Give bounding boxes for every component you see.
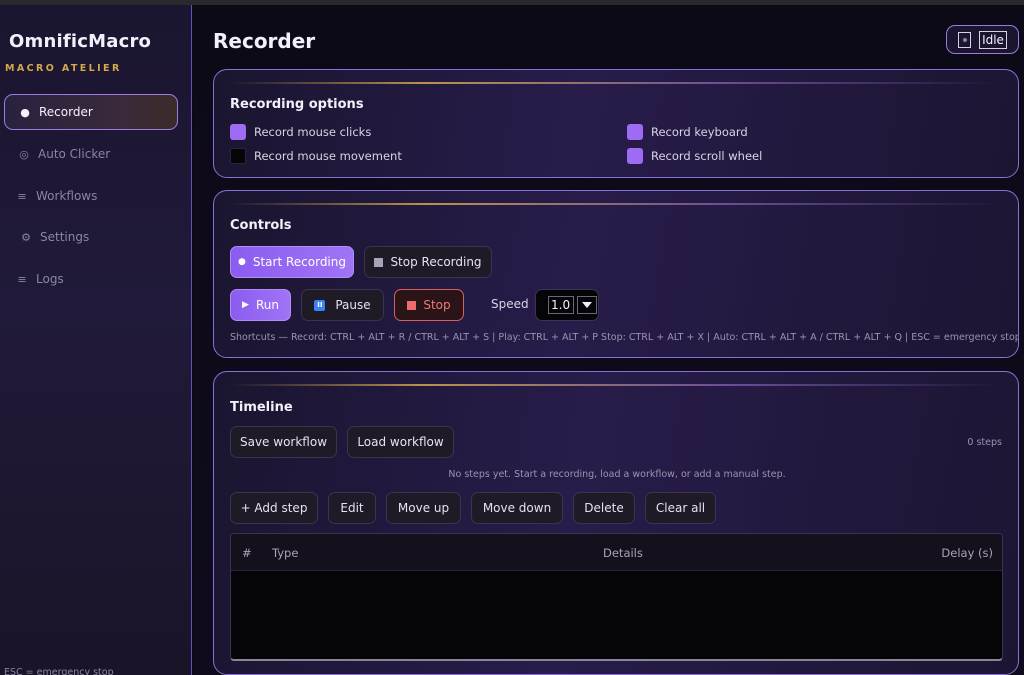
stop-button[interactable]: Stop xyxy=(394,289,464,321)
button-label: Stop xyxy=(423,298,451,312)
card-title: Controls xyxy=(230,218,292,233)
shortcuts-hint: Shortcuts — Record: CTRL + ALT + R / CTR… xyxy=(230,332,1019,343)
dot-icon: ● xyxy=(20,105,30,119)
main-content: Recorder Idle Recording options Record m… xyxy=(193,5,1024,675)
move-down-button[interactable]: Move down xyxy=(471,492,563,524)
list-icon: ≡ xyxy=(17,272,27,286)
sidebar-footer: ESC = emergency stop xyxy=(4,667,114,675)
record-keyboard-checkbox[interactable] xyxy=(627,124,643,140)
record-dot-icon: ● xyxy=(237,257,246,267)
option-label: Record mouse movement xyxy=(254,149,402,163)
column-delay: Delay (s) xyxy=(941,546,993,560)
sidebar-item-recorder[interactable]: ● Recorder xyxy=(4,94,178,130)
status-badge: Idle xyxy=(946,25,1019,54)
start-recording-button[interactable]: ● Start Recording xyxy=(230,246,354,278)
page-title: Recorder xyxy=(213,29,316,53)
timeline-empty-message: No steps yet. Start a recording, load a … xyxy=(448,469,786,480)
sidebar-item-auto-clicker[interactable]: ◎ Auto Clicker xyxy=(4,136,178,172)
sidebar-item-settings[interactable]: ⚙ Settings xyxy=(4,219,178,255)
card-title: Recording options xyxy=(230,97,364,112)
record-mouse-clicks-checkbox[interactable] xyxy=(230,124,246,140)
button-label: Pause xyxy=(335,298,371,312)
pause-icon: II xyxy=(314,299,326,311)
option-label: Record keyboard xyxy=(651,125,748,139)
sidebar-item-workflows[interactable]: ≡ Workflows xyxy=(4,178,178,214)
column-type: Type xyxy=(272,546,299,560)
record-scroll-wheel-option[interactable]: Record scroll wheel xyxy=(627,148,762,164)
sidebar-item-label: Logs xyxy=(36,272,64,286)
column-index: # xyxy=(242,546,252,560)
run-button[interactable]: ▶ Run xyxy=(230,289,291,321)
record-keyboard-option[interactable]: Record keyboard xyxy=(627,124,748,140)
speed-select[interactable]: 1.0 xyxy=(535,289,599,321)
save-workflow-button[interactable]: Save workflow xyxy=(230,426,337,458)
stop-square-icon xyxy=(374,257,384,267)
sidebar-item-label: Recorder xyxy=(39,105,93,119)
sidebar-item-label: Auto Clicker xyxy=(38,147,111,161)
sidebar-item-logs[interactable]: ≡ Logs xyxy=(4,261,178,297)
status-dot-icon xyxy=(958,31,972,48)
column-details: Details xyxy=(603,546,643,560)
option-label: Record mouse clicks xyxy=(254,125,372,139)
load-workflow-button[interactable]: Load workflow xyxy=(347,426,454,458)
record-mouse-movement-checkbox[interactable] xyxy=(230,148,246,164)
move-up-button[interactable]: Move up xyxy=(386,492,461,524)
stop-recording-button[interactable]: Stop Recording xyxy=(364,246,492,278)
card-title: Timeline xyxy=(230,400,293,415)
list-icon: ≡ xyxy=(17,189,27,203)
chevron-down-icon[interactable] xyxy=(577,296,597,314)
status-text: Idle xyxy=(979,30,1007,49)
delete-step-button[interactable]: Delete xyxy=(573,492,635,524)
gear-icon: ⚙ xyxy=(21,230,31,244)
pause-button[interactable]: II Pause xyxy=(301,289,384,321)
edit-step-button[interactable]: Edit xyxy=(328,492,376,524)
stop-square-icon xyxy=(407,300,417,310)
speed-value[interactable]: 1.0 xyxy=(548,296,574,314)
record-mouse-movement-option[interactable]: Record mouse movement xyxy=(230,148,402,164)
clear-all-button[interactable]: Clear all xyxy=(645,492,716,524)
app-name: OmnificMacro xyxy=(9,31,152,52)
add-step-button[interactable]: + Add step xyxy=(230,492,318,524)
recording-options-card: Recording options Record mouse clicks Re… xyxy=(213,69,1019,178)
option-label: Record scroll wheel xyxy=(651,149,763,163)
record-mouse-clicks-option[interactable]: Record mouse clicks xyxy=(230,124,371,140)
sidebar-item-label: Workflows xyxy=(36,189,98,203)
controls-card: Controls ● Start Recording Stop Recordin… xyxy=(213,190,1019,358)
timeline-card: Timeline Save workflow Load workflow 0 s… xyxy=(213,371,1019,675)
app-subtitle: MACRO ATELIER xyxy=(5,63,122,74)
table-header: # Type Details Delay (s) xyxy=(231,534,1002,571)
sidebar-item-label: Settings xyxy=(40,230,90,244)
steps-table: # Type Details Delay (s) xyxy=(230,533,1003,661)
speed-label: Speed xyxy=(491,297,529,311)
steps-count: 0 steps xyxy=(967,437,1002,448)
button-label: Stop Recording xyxy=(390,255,482,269)
record-scroll-wheel-checkbox[interactable] xyxy=(627,148,643,164)
target-icon: ◎ xyxy=(19,147,29,161)
button-label: Run xyxy=(255,298,279,312)
play-icon: ▶ xyxy=(242,300,249,310)
sidebar: OmnificMacro MACRO ATELIER ● Recorder ◎ … xyxy=(0,5,192,675)
button-label: Start Recording xyxy=(252,255,346,269)
